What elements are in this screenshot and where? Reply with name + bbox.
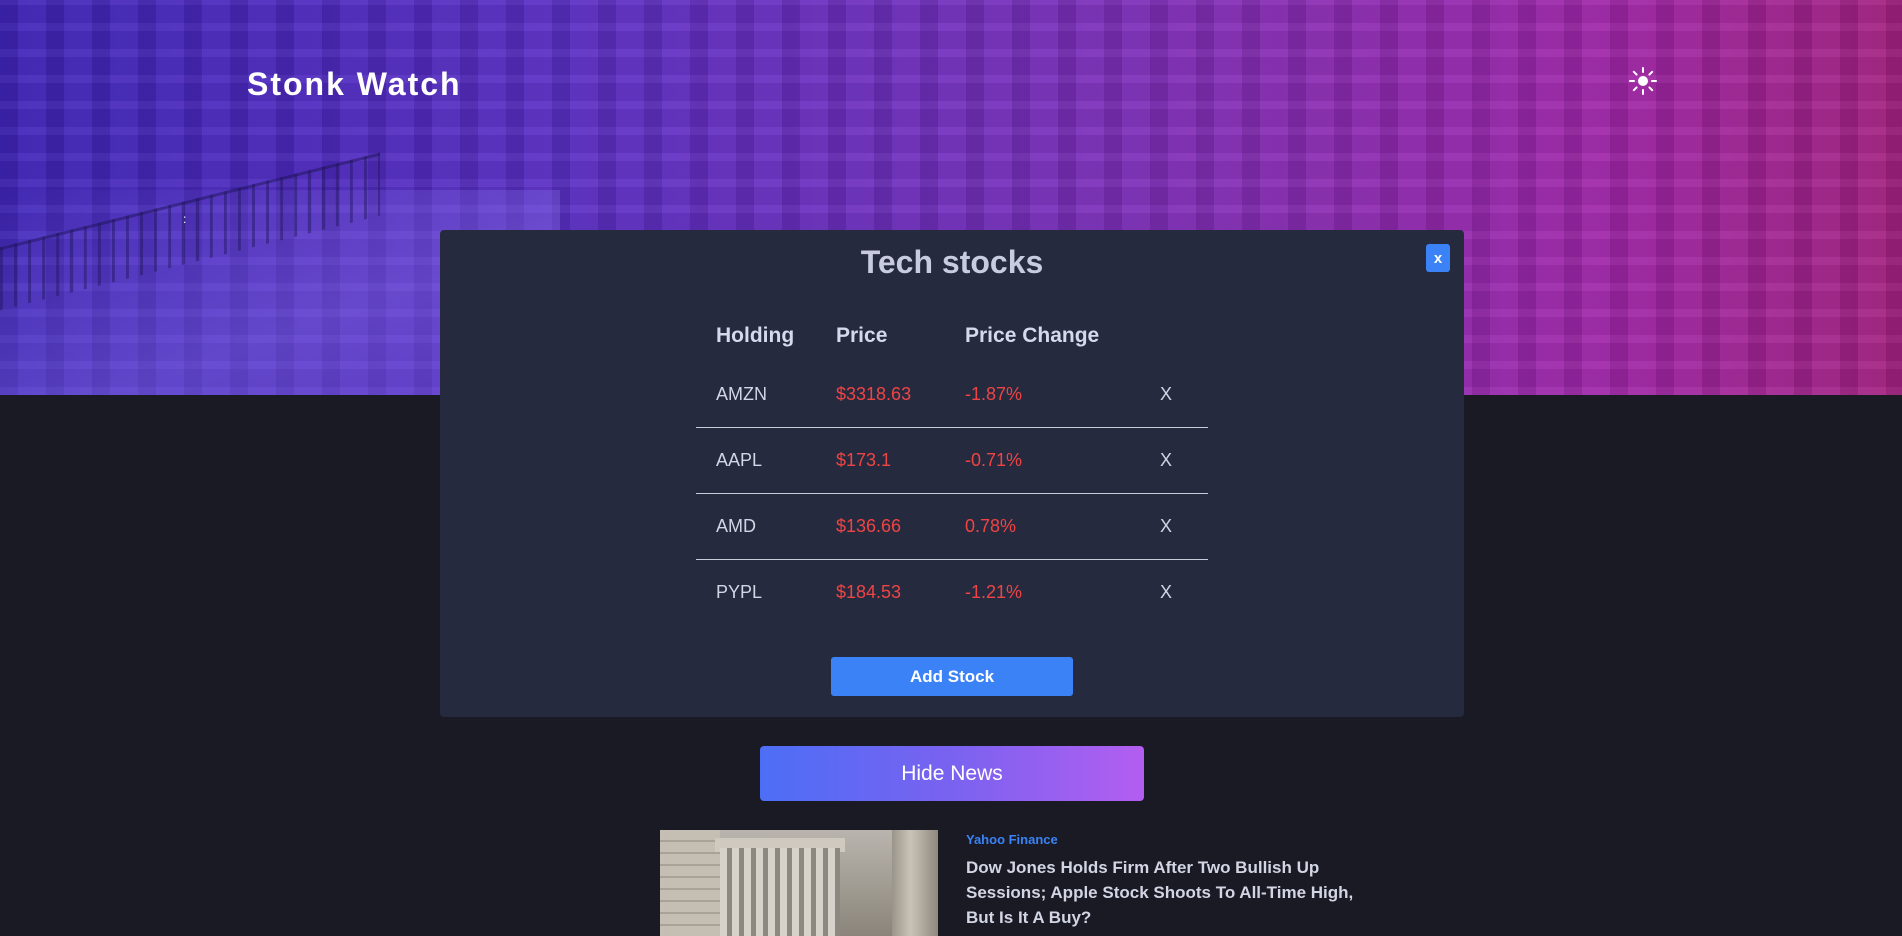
holding-symbol: AAPL — [716, 450, 763, 470]
thumbnail-building-right — [892, 830, 938, 936]
remove-holding-button[interactable]: X — [1160, 582, 1208, 603]
holding-price: $3318.63 — [836, 384, 912, 404]
add-stock-button[interactable]: Add Stock — [831, 657, 1073, 696]
hero-decoration: : — [183, 212, 187, 226]
column-header-price-change: Price Change — [965, 324, 1100, 347]
watchlist-panel: Tech stocks x Holding Price Price Change… — [440, 230, 1464, 717]
table-row: AMD $136.66 0.78% X — [696, 494, 1208, 560]
holding-price-change: -0.71% — [965, 450, 1023, 470]
watchlist-title: Tech stocks — [860, 244, 1044, 280]
thumbnail-columns — [720, 848, 840, 936]
remove-holding-button[interactable]: X — [1160, 450, 1208, 471]
theme-toggle[interactable] — [1628, 66, 1658, 96]
remove-holding-button[interactable]: X — [1160, 384, 1208, 405]
holding-price-change: -1.21% — [965, 582, 1023, 602]
news-headline-link[interactable]: Dow Jones Holds Firm After Two Bullish U… — [966, 855, 1356, 930]
holdings-table: Holding Price Price Change AMZN $3318.63… — [696, 310, 1208, 625]
site-title: Stonk Watch — [247, 66, 462, 102]
table-header: Holding Price Price Change — [696, 310, 1208, 362]
table-row: PYPL $184.53 -1.21% X — [696, 560, 1208, 625]
column-header-price: Price — [836, 324, 888, 347]
holding-price: $173.1 — [836, 450, 892, 470]
holding-price: $136.66 — [836, 516, 902, 536]
close-watchlist-button[interactable]: x — [1426, 244, 1450, 272]
news-source-link[interactable]: Yahoo Finance — [966, 832, 1058, 847]
hide-news-button[interactable]: Hide News — [760, 746, 1144, 801]
holding-symbol: AMD — [716, 516, 756, 536]
news-item: Yahoo Finance Dow Jones Holds Firm After… — [660, 830, 1360, 936]
table-row: AAPL $173.1 -0.71% X — [696, 428, 1208, 494]
holding-price-change: 0.78% — [965, 516, 1017, 536]
news-thumbnail-image[interactable] — [660, 830, 938, 936]
remove-holding-button[interactable]: X — [1160, 516, 1208, 537]
sun-icon — [1629, 67, 1657, 95]
holding-price-change: -1.87% — [965, 384, 1023, 404]
column-header-holding: Holding — [716, 324, 795, 347]
holding-symbol: PYPL — [716, 582, 763, 602]
holding-symbol: AMZN — [716, 384, 767, 404]
thumbnail-building-left — [660, 830, 720, 936]
table-row: AMZN $3318.63 -1.87% X — [696, 362, 1208, 428]
holding-price: $184.53 — [836, 582, 902, 602]
